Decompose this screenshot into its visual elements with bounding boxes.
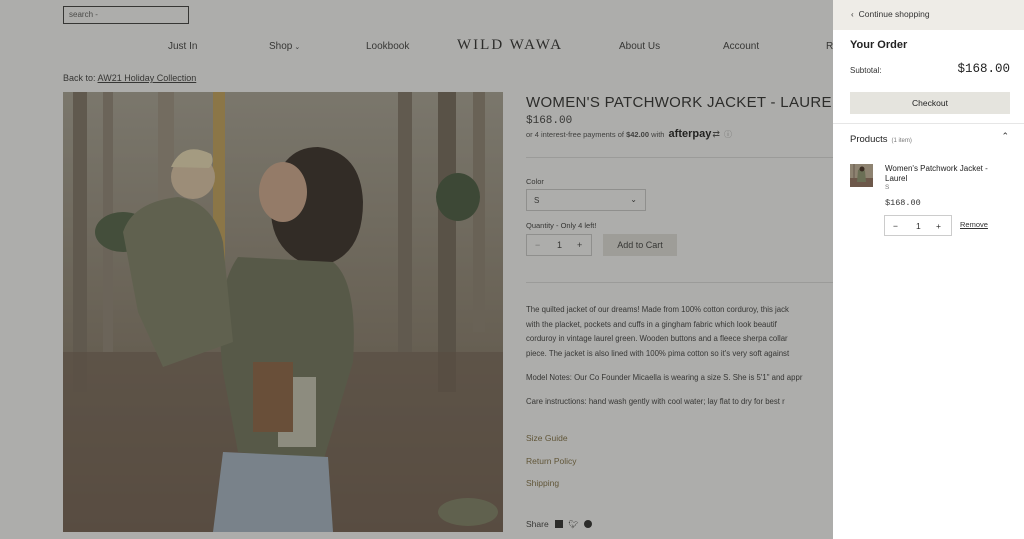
cart-item-price: $168.00	[885, 198, 921, 208]
cart-quantity-value[interactable]: 1	[916, 221, 921, 231]
modal-overlay[interactable]	[0, 0, 833, 539]
cart-item-thumbnail	[850, 164, 873, 187]
cart-quantity-stepper: − 1 +	[884, 215, 952, 236]
subtotal-label: Subtotal:	[850, 66, 882, 75]
product-page: search - Just In Shop ⌄ Lookbook About Us…	[0, 0, 1024, 539]
divider	[833, 123, 1024, 124]
products-count: (1 item)	[891, 138, 912, 144]
cart-item-name[interactable]: Women's Patchwork Jacket - Laurel	[885, 164, 1010, 184]
subtotal-value: $168.00	[957, 62, 1010, 76]
chevron-up-icon[interactable]: ⌃	[1001, 131, 1009, 142]
cart-item-variant: S	[885, 184, 890, 191]
checkout-button[interactable]: Checkout	[850, 92, 1010, 114]
products-header[interactable]: Products (1 item)	[850, 134, 912, 145]
cart-drawer: ‹ Continue shopping Your Order Subtotal: …	[833, 0, 1024, 539]
your-order-heading: Your Order	[850, 39, 908, 51]
continue-shopping-bar[interactable]: ‹ Continue shopping	[833, 0, 1024, 30]
plus-icon[interactable]: +	[936, 221, 941, 231]
minus-icon[interactable]: −	[893, 221, 898, 231]
remove-link[interactable]: Remove	[960, 220, 988, 229]
continue-shopping-label: Continue shopping	[858, 9, 930, 19]
chevron-left-icon: ‹	[851, 10, 854, 19]
products-label: Products	[850, 134, 888, 145]
